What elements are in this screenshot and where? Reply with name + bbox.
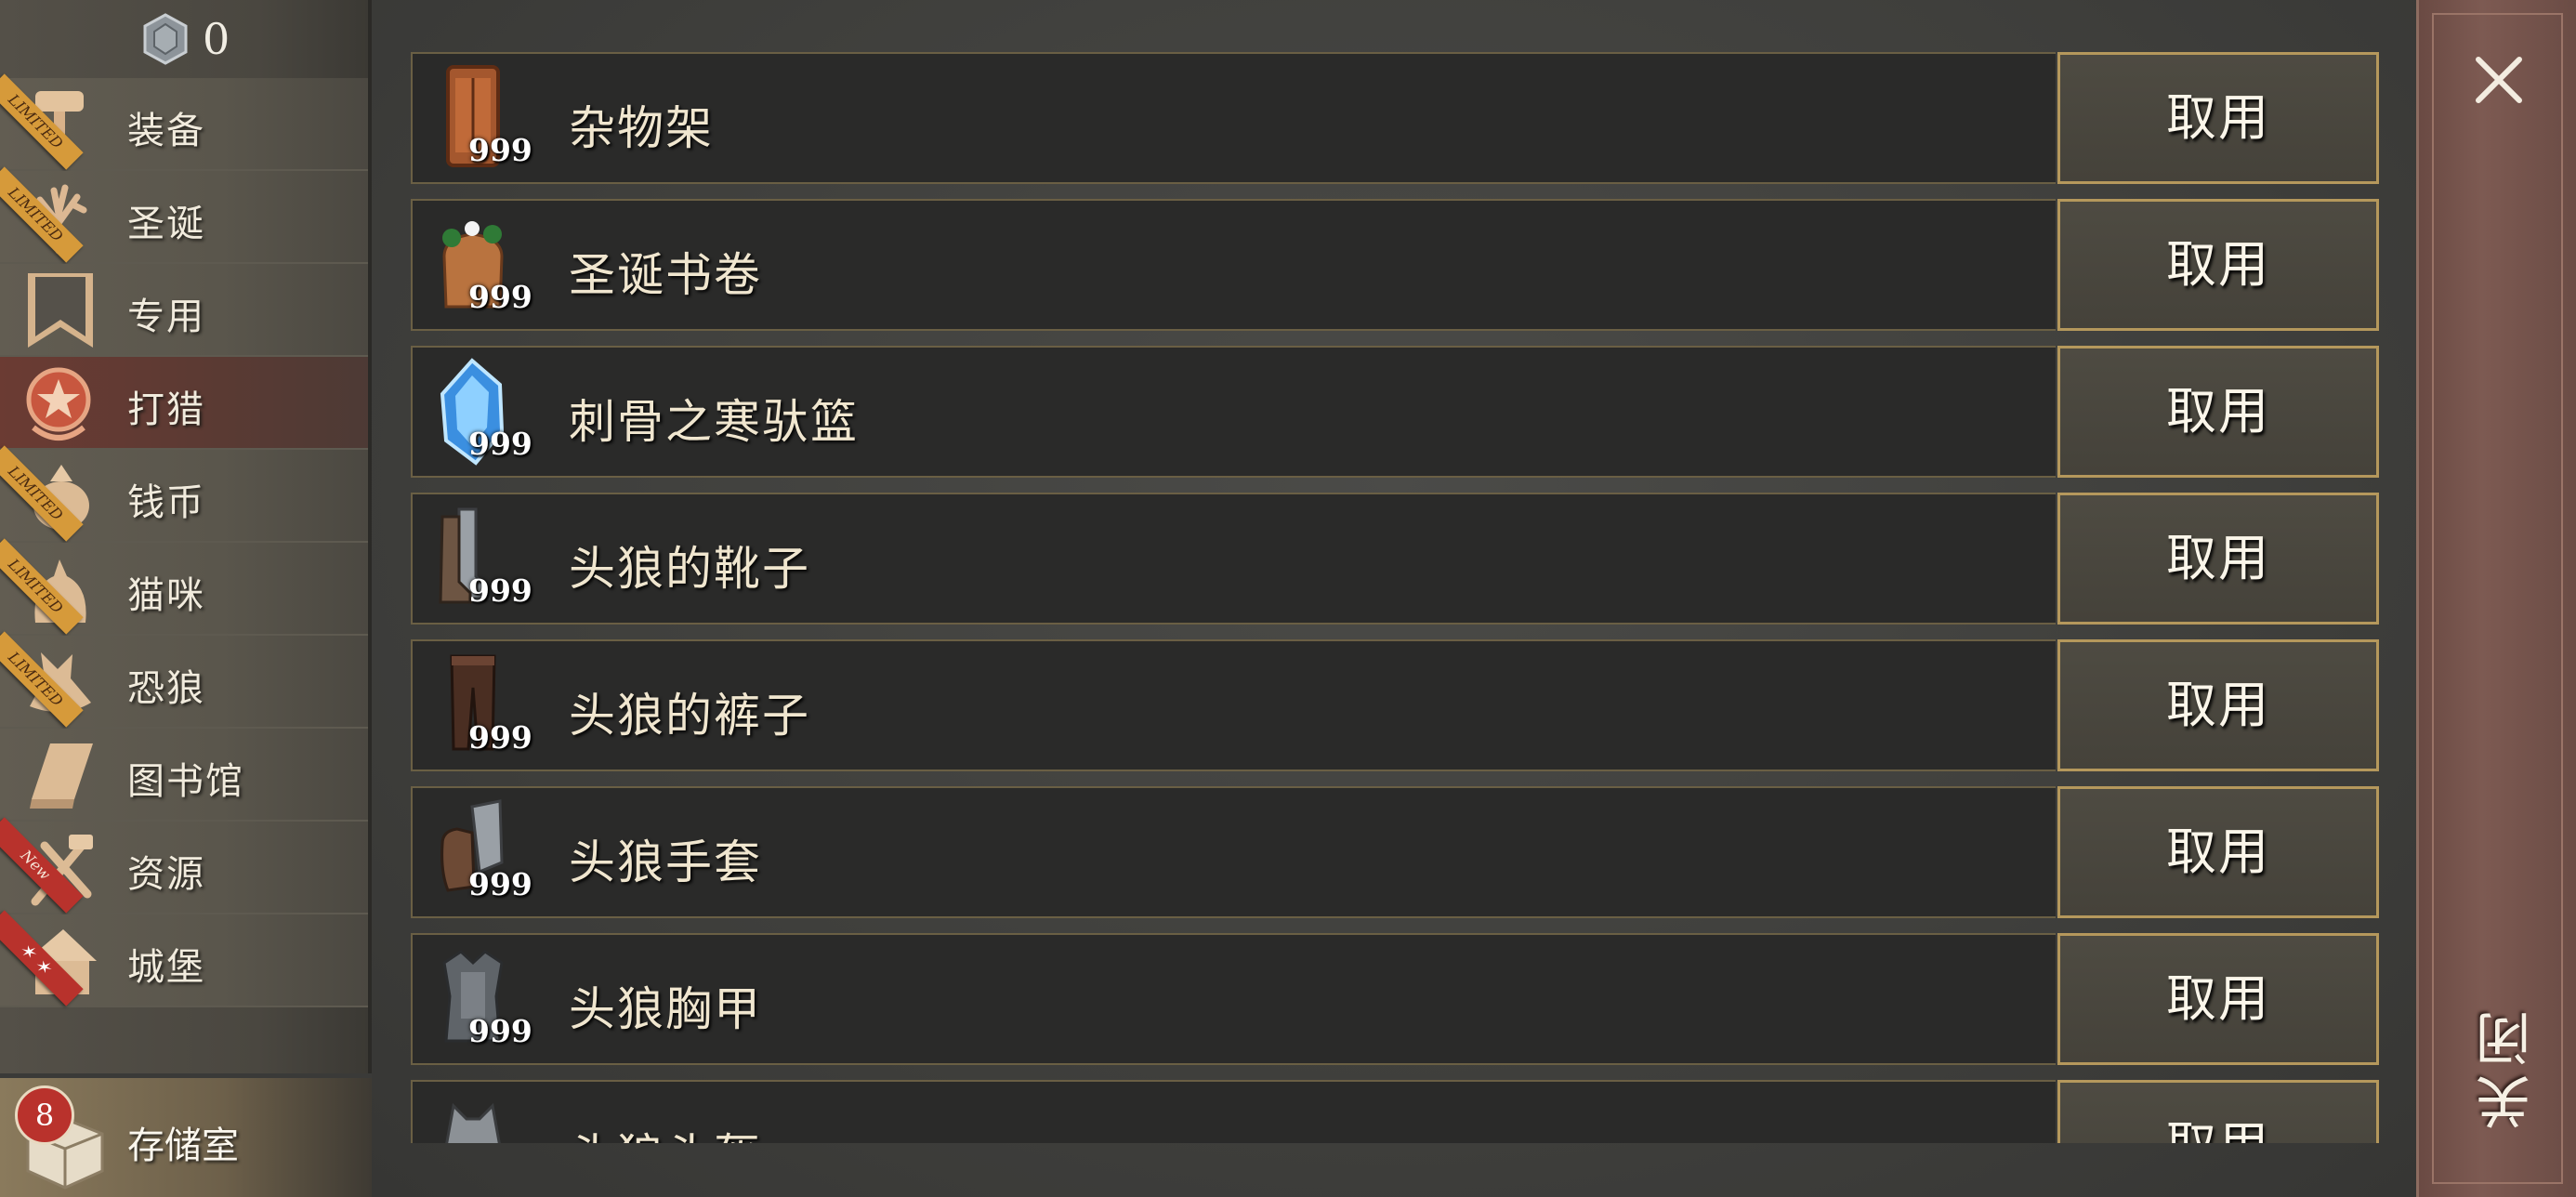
list-item: 999 杂物架 取用 [411,52,2379,184]
take-button[interactable]: 取用 [2057,493,2379,625]
item-name: 头狼的裤子 [569,689,810,743]
sidebar-item-label: 图书馆 [127,760,244,803]
helmet-icon [435,1091,511,1143]
close-panel[interactable]: 关闭 [2416,0,2576,1197]
currency-display: 0 [139,11,230,67]
storage-room-button[interactable]: 8 存储室 [0,1078,372,1197]
sidebar-item-coins[interactable]: LIMITED 钱币 [0,445,368,543]
close-label: 关闭 [2476,1004,2541,1130]
sidebar-item-library[interactable]: 图书馆 [0,729,368,822]
sidebar-item-label: 圣诞 [127,203,205,245]
item-count: 999 [468,572,532,609]
sidebar-item-label: 恐狼 [127,667,205,710]
book-icon [17,734,100,816]
item-count: 999 [468,279,532,315]
item-count: 999 [468,719,532,756]
storage-room-label: 存储室 [127,1125,239,1167]
take-button[interactable]: 取用 [2057,786,2379,918]
list-item: 999 头狼胸甲 取用 [411,933,2379,1065]
list-item: 999 刺骨之寒驮篮 取用 [411,346,2379,478]
item-list[interactable]: 999 杂物架 取用 999 圣诞书卷 取用 999 刺骨之寒驮篮 取用 999… [411,52,2379,1143]
item-count: 999 [468,132,532,168]
item-name: 刺骨之寒驮篮 [569,395,859,449]
sidebar-item-resources[interactable]: New 资源 [0,817,368,914]
item-name: 头狼手套 [569,835,762,889]
item-name: 头狼头盔 [569,1119,762,1143]
sidebar-item-castle[interactable]: ✶ ✶ 城堡 [0,910,368,1007]
item-count: 999 [468,866,532,902]
close-icon[interactable] [2469,50,2529,110]
sidebar-item-direwolf[interactable]: LIMITED 恐狼 [0,631,368,729]
sidebar-item-exclusive[interactable]: 专用 [0,264,368,357]
item-count: 999 [468,426,532,462]
storage-item-panel: 999 杂物架 取用 999 圣诞书卷 取用 999 刺骨之寒驮篮 取用 999… [372,0,2416,1197]
sidebar-item-label: 资源 [127,853,205,896]
category-sidebar: 0 LIMITED 装备 LIMITED 圣诞 专用 打猎 LIMITED 钱币 [0,0,372,1073]
sidebar-item-label: 装备 [127,110,205,152]
sidebar-item-hunting[interactable]: 打猎 [0,357,368,450]
list-item: 999 头狼的靴子 取用 [411,493,2379,625]
currency-value: 0 [203,14,230,64]
item-name: 圣诞书卷 [569,248,762,302]
take-button[interactable]: 取用 [2057,933,2379,1065]
list-item: 999 圣诞书卷 取用 [411,199,2379,331]
sidebar-item-label: 猫咪 [127,574,205,617]
list-item: 999 头狼手套 取用 [411,786,2379,918]
gem-icon [139,13,191,65]
sidebar-item-equipment[interactable]: LIMITED 装备 [0,73,368,171]
star-emblem-icon [17,362,100,444]
sidebar-item-label: 钱币 [127,481,205,524]
banner-icon [17,270,100,351]
take-button[interactable]: 取用 [2057,52,2379,184]
take-button[interactable]: 取用 [2057,1080,2379,1143]
sidebar-item-christmas[interactable]: LIMITED 圣诞 [0,166,368,264]
list-item: 头狼头盔 取用 [411,1080,2379,1143]
item-name: 杂物架 [569,101,714,155]
take-button[interactable]: 取用 [2057,199,2379,331]
sidebar-item-cats[interactable]: LIMITED 猫咪 [0,538,368,636]
take-button[interactable]: 取用 [2057,346,2379,478]
sidebar-item-label: 城堡 [127,946,205,989]
item-count: 999 [468,1013,532,1049]
take-button[interactable]: 取用 [2057,639,2379,771]
storage-count-badge: 8 [15,1085,74,1145]
sidebar-item-label: 打猎 [127,388,205,431]
sidebar-item-label: 专用 [127,296,205,338]
item-name: 头狼胸甲 [569,982,762,1036]
list-item: 999 头狼的裤子 取用 [411,639,2379,771]
item-name: 头狼的靴子 [569,542,810,596]
